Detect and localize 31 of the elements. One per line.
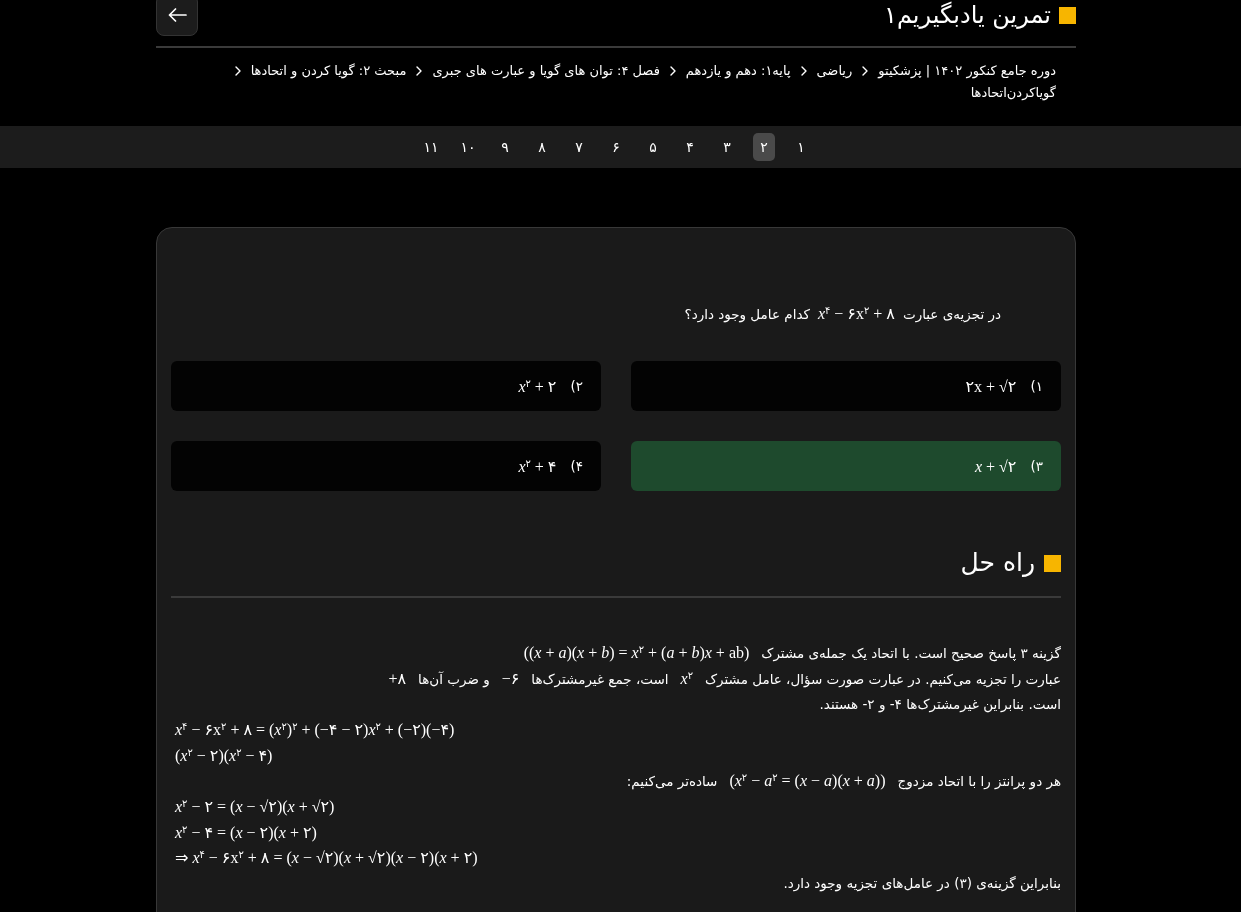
breadcrumb-link[interactable]: ریاضی xyxy=(816,60,853,82)
solution-text: است. بنابراین غیرمشترک‌ها ۴- و ۲- هستند. xyxy=(818,695,1061,715)
chevron-icon xyxy=(669,65,676,76)
page-button[interactable]: ۶ xyxy=(605,133,627,161)
page-button[interactable]: ۱ xyxy=(790,133,812,161)
page-button[interactable]: ۱۰ xyxy=(457,133,479,161)
chevron-icon xyxy=(416,65,423,76)
breadcrumb-link[interactable]: فصل ۴: توان های گویا و عبارت های جبری xyxy=(432,60,660,82)
breadcrumb-link[interactable]: دوره جامع کنکور ۱۴۰۲ | پزشکیتو xyxy=(878,60,1056,82)
page-button[interactable]: ۴ xyxy=(679,133,701,161)
arrow-left-icon xyxy=(167,8,187,22)
chevron-icon xyxy=(862,65,869,76)
page-button[interactable]: ۷ xyxy=(568,133,590,161)
page-button[interactable]: ۲ xyxy=(753,133,775,161)
page-button[interactable]: ۱۱ xyxy=(420,133,442,161)
page-title: تمرین یادبگیریم۱ xyxy=(884,0,1051,30)
page-button[interactable]: ۸ xyxy=(531,133,553,161)
chevron-icon xyxy=(800,65,807,76)
breadcrumb-link[interactable]: پایه۱: دهم و یازدهم xyxy=(685,60,791,82)
section-heading: راه حل xyxy=(960,547,1035,579)
page-button[interactable]: ۳ xyxy=(716,133,738,161)
back-button[interactable] xyxy=(156,0,198,36)
page-button[interactable]: ۵ xyxy=(642,133,664,161)
breadcrumb-link[interactable]: گویاکردن‌اتحادها xyxy=(970,81,1056,103)
breadcrumb-link[interactable]: مبحث ۲: گویا کردن و اتحادها xyxy=(250,60,407,82)
square-marker-icon xyxy=(1059,6,1076,24)
solution-text: بنابراین گزینه‌ی (۳) در عامل‌های تجزیه وجود دارد. xyxy=(782,873,1061,894)
square-marker-icon xyxy=(1044,554,1061,572)
answer-option[interactable]: ۱) ۲x + √۲ xyxy=(631,361,1061,411)
chevron-icon xyxy=(234,65,241,76)
page-button[interactable]: ۹ xyxy=(494,133,516,161)
